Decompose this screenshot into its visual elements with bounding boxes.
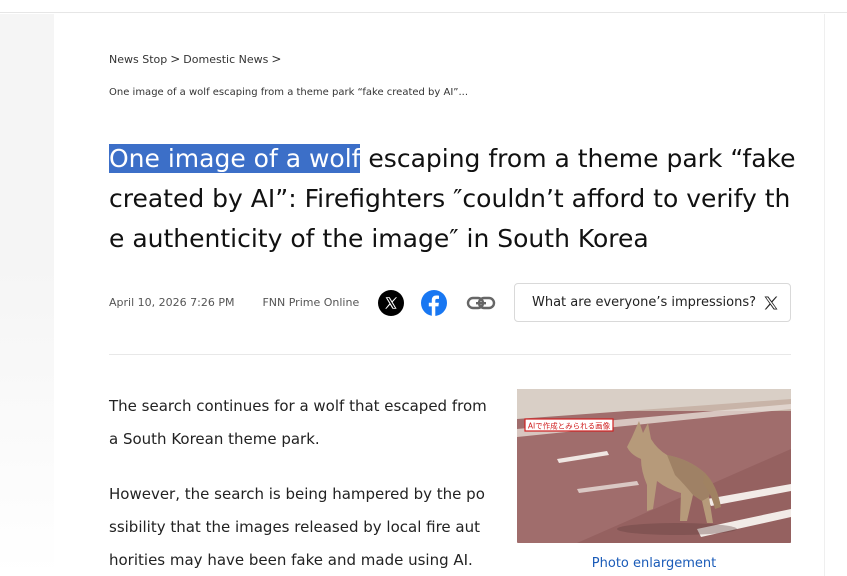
selected-text: One image of a wolf	[109, 144, 361, 173]
source-name: FNN Prime Online	[262, 296, 360, 309]
share-x-button[interactable]	[377, 289, 405, 317]
top-bar	[0, 0, 847, 13]
impressions-label: What are everyone’s impressions?	[532, 295, 757, 310]
impressions-button[interactable]: What are everyone’s impressions?	[514, 283, 791, 322]
photo-overlay-label: AIで作成とみられる画像	[528, 421, 611, 431]
x-logo-icon	[378, 290, 404, 316]
breadcrumb-separator: >	[170, 52, 181, 66]
left-gutter	[0, 14, 54, 576]
section-divider	[109, 354, 791, 355]
article-paragraph: The search continues for a wolf that esc…	[109, 397, 487, 448]
x-logo-icon	[764, 296, 778, 309]
copy-link-button[interactable]	[466, 289, 496, 317]
photo-enlargement-link[interactable]: Photo enlargement	[517, 556, 791, 571]
breadcrumb: News Stop > Domestic News >	[109, 52, 284, 66]
article-meta: April 10, 2026 7:26 PM FNN Prime Online	[109, 296, 359, 309]
current-article-crumb: One image of a wolf escaping from a them…	[109, 87, 468, 98]
article-headline: One image of a wolf escaping from a them…	[109, 139, 799, 259]
publish-date: April 10, 2026 7:26 PM	[109, 296, 235, 309]
article-paragraph: However, the search is being hampered by…	[109, 485, 485, 569]
breadcrumb-item-domestic-news[interactable]: Domestic News	[183, 53, 268, 66]
breadcrumb-item-news-stop[interactable]: News Stop	[109, 53, 167, 66]
share-facebook-button[interactable]	[420, 289, 448, 317]
right-gutter	[824, 14, 847, 576]
breadcrumb-separator: >	[271, 52, 282, 66]
article-photo[interactable]: AIで作成とみられる画像	[517, 389, 791, 543]
wolf-photo-image: AIで作成とみられる画像	[517, 389, 791, 543]
facebook-icon	[421, 290, 447, 316]
link-icon	[466, 296, 496, 310]
